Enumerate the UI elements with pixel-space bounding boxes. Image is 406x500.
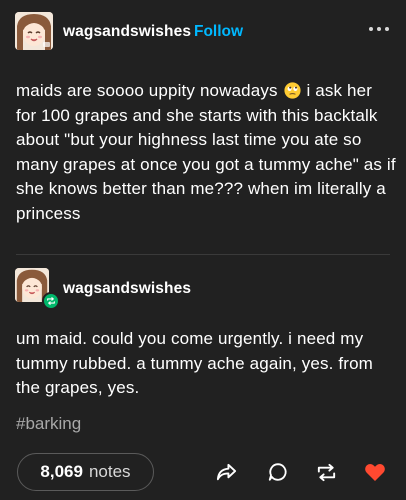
notes-button[interactable]: 8,069 notes <box>17 453 154 491</box>
post-text-part-1: maids are soooo uppity nowadays <box>16 81 278 100</box>
author-username[interactable]: wagsandswishes <box>63 23 191 41</box>
post-header: wagsandswishes Follow <box>0 0 406 62</box>
avatar[interactable] <box>15 12 53 50</box>
notes-label: notes <box>88 462 131 481</box>
reblog-badge-icon <box>42 292 60 310</box>
rolling-eyes-emoji <box>284 82 301 99</box>
reply-icon[interactable] <box>265 459 291 485</box>
post-body: maids are soooo uppity nowadays i ask he… <box>16 79 396 227</box>
reblog-icon[interactable] <box>313 459 339 485</box>
reblog-text: um maid. could you come urgently. i need… <box>16 329 373 398</box>
post-text-part-2: i ask her for 100 grapes and she starts … <box>16 81 396 223</box>
share-icon[interactable] <box>213 459 239 485</box>
notes-count: 8,069 <box>40 462 83 481</box>
tag-link[interactable]: #barking <box>16 414 81 434</box>
like-icon[interactable] <box>362 459 388 485</box>
reblog-author-username[interactable]: wagsandswishes <box>63 280 191 298</box>
reblog-divider <box>16 254 390 255</box>
more-options-icon[interactable] <box>369 22 389 36</box>
follow-button[interactable]: Follow <box>194 23 243 41</box>
